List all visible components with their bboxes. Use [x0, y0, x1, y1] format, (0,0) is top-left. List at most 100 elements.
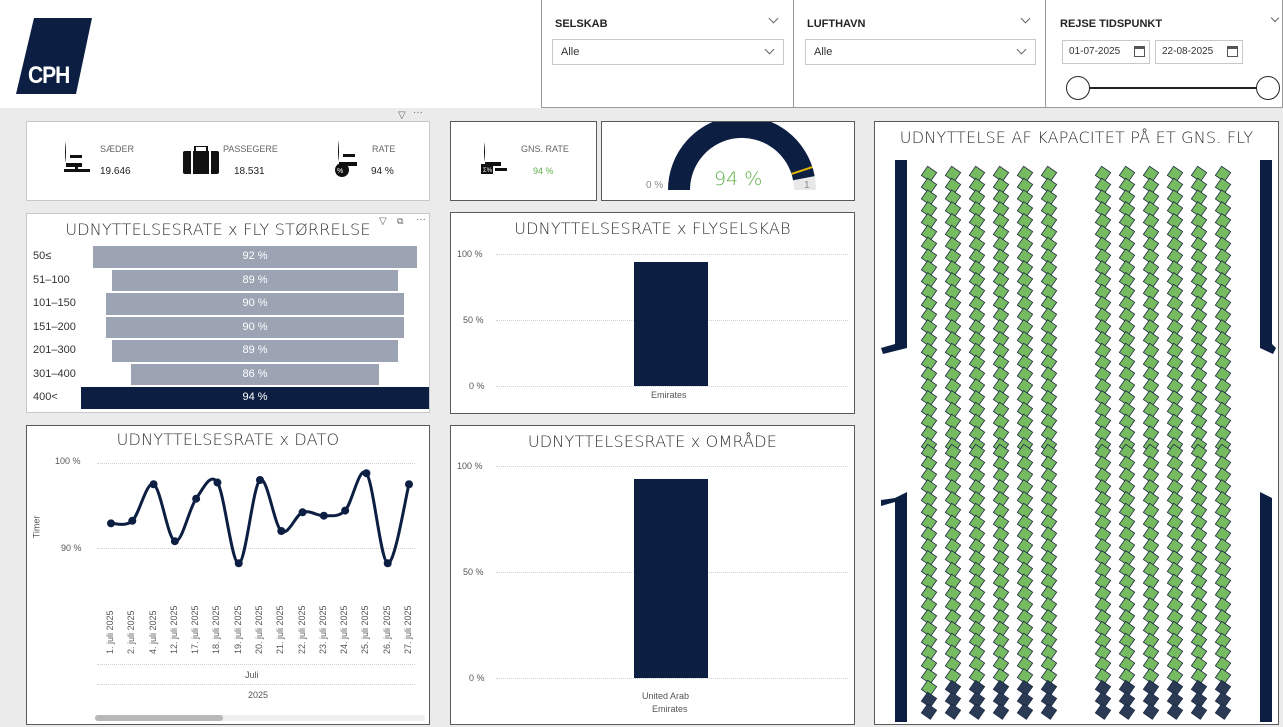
- x-tick-label: United Arab: [642, 691, 690, 701]
- seat-empty: [1094, 703, 1112, 720]
- gridline: [496, 386, 848, 387]
- airline-chart-title: UDNYTTELSESRATE x FLYSELSKAB: [514, 219, 791, 238]
- kpi-card: SÆDER 19.646 PASSEGERE 18.531 % RATE 94 …: [26, 121, 430, 201]
- size-bar-value: 89 %: [242, 344, 268, 356]
- x-tick-label: Emirates: [652, 704, 688, 714]
- date-from-field[interactable]: 01-07-2025: [1062, 40, 1150, 64]
- lufthavn-dropdown[interactable]: Alle: [805, 39, 1036, 65]
- size-bar-value: 86 %: [242, 367, 268, 380]
- data-point[interactable]: [256, 476, 264, 484]
- date-chart-card: UDNYTTELSESRATE x DATO Timer 100 % 90 % …: [26, 425, 430, 725]
- x-tick-label: 26. juli 2025: [381, 605, 392, 654]
- data-point[interactable]: [383, 559, 392, 568]
- horizontal-scrollbar[interactable]: [95, 715, 425, 721]
- data-point[interactable]: [341, 506, 350, 515]
- fuselage-wall: [1260, 492, 1272, 722]
- focus-mode-icon[interactable]: ⧉: [397, 216, 403, 227]
- calendar-icon[interactable]: [1134, 46, 1145, 57]
- kpi-rate-value: 94 %: [371, 166, 394, 177]
- seat-empty: [992, 703, 1010, 720]
- scrollbar-thumb[interactable]: [95, 715, 223, 721]
- gridline: [496, 678, 848, 679]
- gauge-card: 0 % 94 % 1: [601, 121, 855, 201]
- kpi-passagere-label: PASSEGERE: [223, 144, 278, 154]
- size-bar-value: 90 %: [242, 320, 268, 333]
- bar-united-arab-emirates[interactable]: [634, 478, 708, 678]
- x-tick-label: 21. juli 2025: [275, 605, 286, 654]
- selskab-label: SELSKAB: [555, 18, 608, 30]
- data-point[interactable]: [149, 480, 158, 489]
- size-chart-title: UDNYTTELSESRATE x FLY STØRRELSE: [65, 220, 371, 239]
- filter-icon[interactable]: ▽: [398, 110, 406, 121]
- x-tick-label: 27. juli 2025: [403, 605, 413, 654]
- chevron-down-icon: [1016, 44, 1027, 55]
- gns-rate-value: 94 %: [533, 166, 554, 176]
- logo: CPH: [16, 18, 94, 94]
- gauge-min: 0 %: [646, 180, 664, 191]
- data-point[interactable]: [192, 494, 201, 503]
- y-tick-label: 0 %: [469, 673, 485, 683]
- size-category-label: 101–150: [33, 297, 76, 309]
- data-point[interactable]: [128, 516, 137, 525]
- data-point[interactable]: [213, 478, 222, 487]
- more-options-icon[interactable]: ···: [413, 107, 423, 118]
- kpi-rate-label: RATE: [372, 144, 396, 154]
- seat-empty: [944, 703, 962, 720]
- data-point[interactable]: [405, 480, 413, 489]
- size-category-label: 400<: [33, 391, 58, 403]
- x-tick-label: 17. juli 2025: [190, 605, 201, 654]
- kpi-saeder-label: SÆDER: [100, 144, 135, 154]
- date-range-handle-end[interactable]: [1256, 76, 1280, 100]
- date-to-field[interactable]: 22-08-2025: [1155, 40, 1243, 64]
- filter-icon[interactable]: ▽: [379, 216, 387, 227]
- seat-empty: [1118, 703, 1136, 720]
- seat-percent-icon: Σ%: [481, 142, 507, 174]
- y-tick-label: 100 %: [457, 461, 483, 471]
- bar-emirates[interactable]: [634, 261, 708, 386]
- x-tick-label: 18. juli 2025: [211, 605, 222, 654]
- gauge-chart: [668, 122, 816, 191]
- size-category-label: 151–200: [33, 320, 76, 333]
- data-point[interactable]: [107, 519, 115, 528]
- area-chart-card: UDNYTTELSESRATE x OMRÅDE 100 % 50 % 0 % …: [450, 425, 855, 725]
- svg-text:%: %: [337, 168, 343, 175]
- size-category-label: 51–100: [33, 273, 70, 286]
- gns-rate-card: Σ% GNS. RATE 94 %: [450, 121, 597, 201]
- y-tick-label: 100 %: [457, 249, 483, 259]
- seat-empty: [1040, 703, 1058, 720]
- seat-map: [881, 160, 1276, 722]
- fuselage-wall: [881, 160, 907, 354]
- logo-text: CPH: [28, 62, 70, 89]
- selskab-dropdown[interactable]: Alle: [552, 39, 784, 65]
- seat-empty: [920, 703, 938, 720]
- data-point[interactable]: [319, 511, 328, 520]
- size-bar-value: 92 %: [242, 250, 268, 262]
- size-category-label: 50≤: [33, 250, 52, 262]
- kpi-passagere-value: 18.531: [234, 166, 265, 177]
- date-from-value: 01-07-2025: [1069, 46, 1121, 57]
- seat-map-card: UDNYTTELSE AF KAPACITET PÅ ET GNS. FLY: [874, 121, 1279, 725]
- date-range-track[interactable]: [1078, 87, 1270, 89]
- x-axis-year: 2025: [248, 690, 269, 700]
- area-chart-title: UDNYTTELSESRATE x OMRÅDE: [527, 432, 778, 451]
- size-category-label: 201–300: [33, 344, 76, 356]
- data-point[interactable]: [277, 527, 286, 535]
- fuselage-wall: [1260, 160, 1276, 354]
- seat-icon: [64, 141, 90, 172]
- data-point[interactable]: [170, 537, 179, 546]
- x-tick-label: Emirates: [651, 390, 687, 400]
- data-point[interactable]: [234, 559, 243, 568]
- data-point[interactable]: [298, 508, 307, 517]
- size-category-label: 301–400: [33, 367, 76, 380]
- date-range-handle-start[interactable]: [1066, 76, 1090, 100]
- calendar-icon[interactable]: [1227, 46, 1238, 57]
- x-tick-label: 2. juli 2025: [126, 610, 137, 654]
- y-tick-label: 0 %: [469, 381, 485, 391]
- x-tick-label: 24. juli 2025: [339, 605, 350, 654]
- data-point[interactable]: [362, 469, 371, 478]
- kpi-saeder-value: 19.646: [100, 166, 131, 177]
- x-axis-month: Juli: [245, 670, 259, 680]
- date-to-value: 22-08-2025: [1162, 46, 1214, 57]
- svg-text:Σ%: Σ%: [483, 168, 493, 174]
- more-options-icon[interactable]: ···: [416, 214, 426, 225]
